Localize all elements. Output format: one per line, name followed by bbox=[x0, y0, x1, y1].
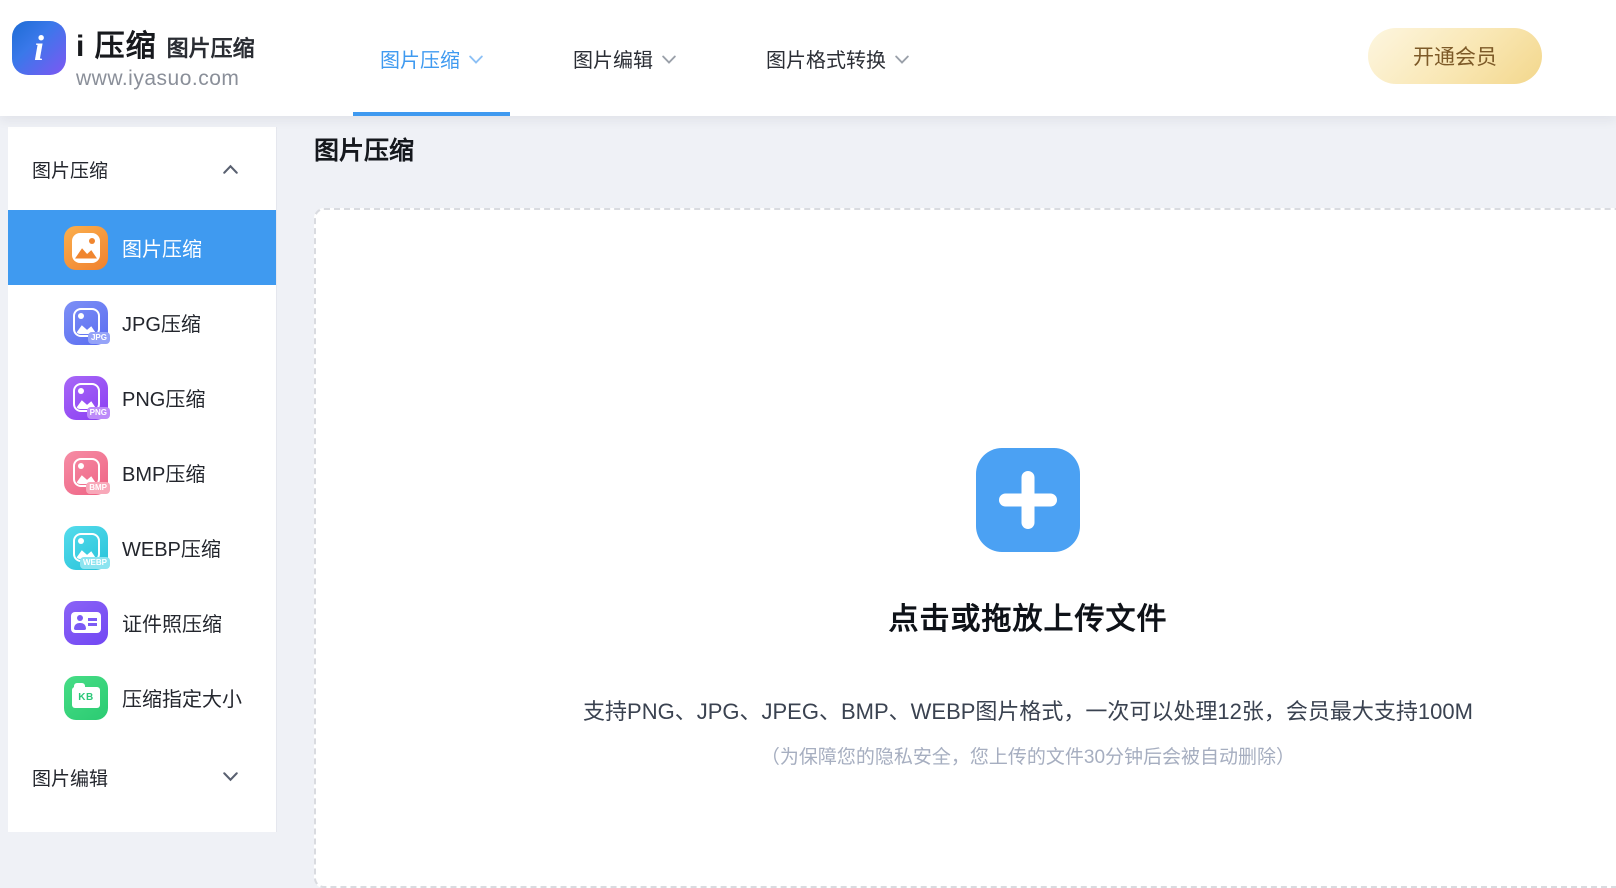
sidebar-item-label: PNG压缩 bbox=[122, 383, 205, 412]
brand-logo[interactable]: i i 压缩 图片压缩 www.iyasuo.com bbox=[12, 21, 255, 91]
kb-badge: KB bbox=[78, 692, 93, 703]
upload-dropzone[interactable]: 点击或拖放上传文件 支持PNG、JPG、JPEG、BMP、WEBP图片格式，一次… bbox=[314, 208, 1616, 888]
nav-tab-image-edit[interactable]: 图片编辑 bbox=[546, 0, 703, 116]
nav-tab-label: 图片编辑 bbox=[573, 44, 653, 73]
nav-tab-format-convert[interactable]: 图片格式转换 bbox=[739, 0, 936, 116]
webp-badge: WEBP bbox=[80, 557, 110, 569]
chevron-down-icon bbox=[223, 772, 238, 782]
sidebar-item-id-photo-compress[interactable]: 证件照压缩 bbox=[8, 585, 276, 660]
sidebar-item-bmp-compress[interactable]: BMP BMP压缩 bbox=[8, 435, 276, 510]
main-nav: 图片压缩 图片编辑 图片格式转换 bbox=[353, 0, 936, 116]
chevron-up-icon bbox=[223, 164, 238, 174]
id-photo-compress-icon bbox=[64, 601, 108, 645]
upload-hint: 支持PNG、JPG、JPEG、BMP、WEBP图片格式，一次可以处理12张，会员… bbox=[583, 694, 1473, 726]
jpg-compress-icon: JPG bbox=[64, 301, 108, 345]
sidebar-section-image-compress[interactable]: 图片压缩 bbox=[8, 141, 276, 197]
compress-to-size-icon: KB bbox=[64, 676, 108, 720]
sidebar-item-webp-compress[interactable]: WEBP WEBP压缩 bbox=[8, 510, 276, 585]
sidebar-item-png-compress[interactable]: PNG PNG压缩 bbox=[8, 360, 276, 435]
upload-plus-button[interactable] bbox=[976, 448, 1080, 552]
top-header: i i 压缩 图片压缩 www.iyasuo.com 图片压缩 图片编辑 图片格… bbox=[0, 0, 1616, 116]
nav-tab-label: 图片压缩 bbox=[380, 44, 460, 73]
bmp-badge: BMP bbox=[86, 482, 110, 494]
sidebar-item-label: 图片压缩 bbox=[122, 233, 202, 262]
png-compress-icon: PNG bbox=[64, 376, 108, 420]
page-title: 图片压缩 bbox=[314, 134, 1616, 168]
sidebar-item-label: 证件照压缩 bbox=[122, 608, 222, 637]
section-label: 图片压缩 bbox=[32, 156, 108, 183]
sidebar-item-label: BMP压缩 bbox=[122, 458, 205, 487]
image-compress-icon bbox=[64, 226, 108, 270]
chevron-down-icon bbox=[469, 55, 483, 65]
sidebar-section-image-edit[interactable]: 图片编辑 bbox=[8, 749, 276, 805]
jpg-badge: JPG bbox=[88, 332, 110, 344]
chevron-down-icon bbox=[895, 55, 909, 65]
chevron-down-icon bbox=[662, 55, 676, 65]
brand-title: i 压缩 bbox=[76, 21, 157, 65]
webp-compress-icon: WEBP bbox=[64, 526, 108, 570]
sidebar-item-jpg-compress[interactable]: JPG JPG压缩 bbox=[8, 285, 276, 360]
section-label: 图片编辑 bbox=[32, 764, 108, 791]
bmp-compress-icon: BMP bbox=[64, 451, 108, 495]
brand-url: www.iyasuo.com bbox=[76, 67, 255, 91]
sidebar-item-image-compress[interactable]: 图片压缩 bbox=[8, 210, 276, 285]
logo-icon: i bbox=[12, 21, 66, 75]
brand-product: 图片压缩 bbox=[167, 31, 255, 63]
upload-note: （为保障您的隐私安全，您上传的文件30分钟后会被自动删除） bbox=[761, 742, 1295, 769]
sidebar-item-label: WEBP压缩 bbox=[122, 533, 221, 562]
open-membership-button[interactable]: 开通会员 bbox=[1368, 28, 1542, 84]
upload-title: 点击或拖放上传文件 bbox=[889, 594, 1168, 638]
sidebar-item-label: 压缩指定大小 bbox=[122, 683, 242, 712]
nav-tab-label: 图片格式转换 bbox=[766, 44, 886, 73]
png-badge: PNG bbox=[87, 407, 110, 419]
sidebar-item-compress-to-size[interactable]: KB 压缩指定大小 bbox=[8, 660, 276, 735]
sidebar-items: 图片压缩 JPG JPG压缩 PNG PNG压缩 BMP BMP压缩 bbox=[8, 210, 276, 735]
sidebar-item-label: JPG压缩 bbox=[122, 308, 201, 337]
brand-text: i 压缩 图片压缩 www.iyasuo.com bbox=[76, 21, 255, 91]
main-content: 图片压缩 点击或拖放上传文件 支持PNG、JPG、JPEG、BMP、WEBP图片… bbox=[277, 116, 1616, 832]
nav-tab-image-compress[interactable]: 图片压缩 bbox=[353, 0, 510, 116]
sidebar: 图片压缩 图片压缩 JPG JPG压缩 PNG PNG压缩 bbox=[8, 127, 277, 832]
